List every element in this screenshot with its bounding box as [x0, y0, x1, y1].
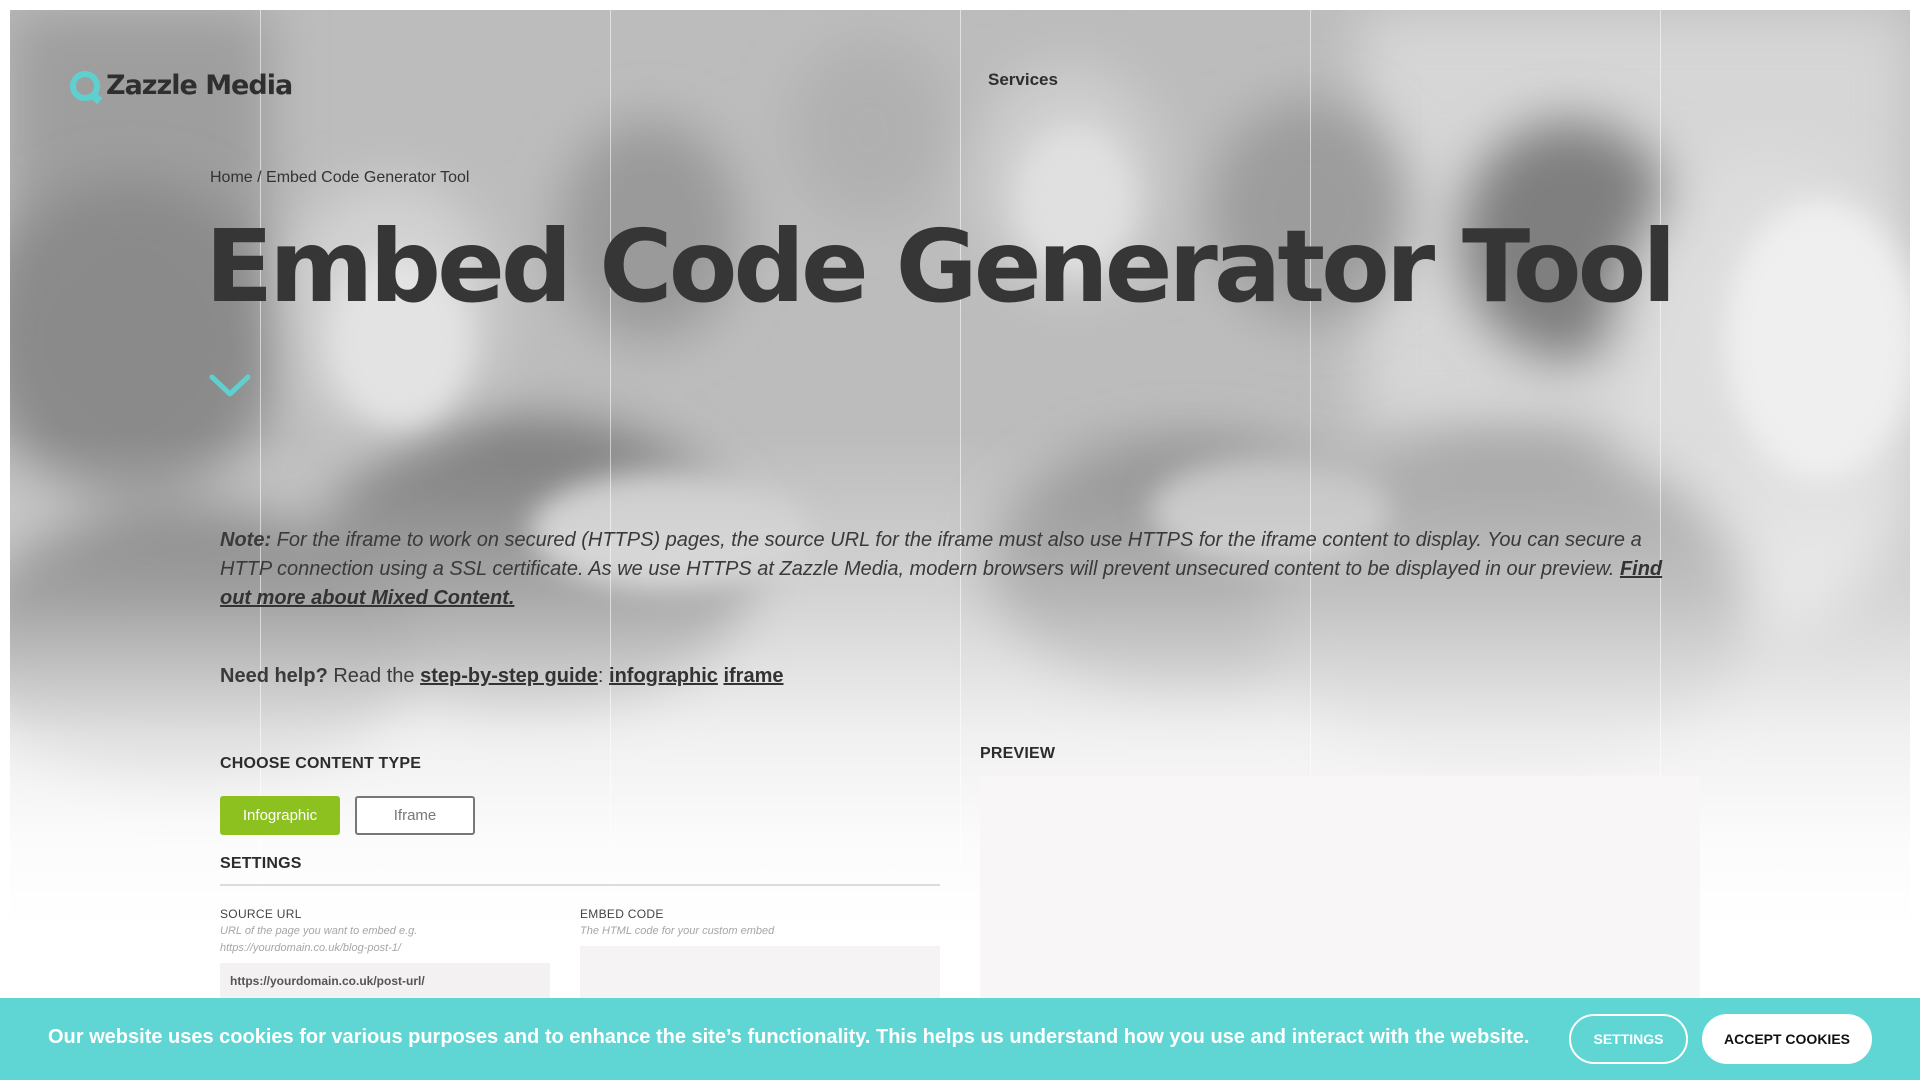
- help-text: Read the: [327, 665, 421, 687]
- source-url-label: SOURCE URL: [220, 907, 302, 921]
- note-text: For the iframe to work on secured (HTTPS…: [220, 529, 1642, 580]
- preview-heading: PREVIEW: [980, 745, 1056, 762]
- grid-line: [610, 10, 611, 1000]
- step-by-step-guide-link[interactable]: step-by-step guide: [420, 665, 598, 687]
- source-url-input[interactable]: [220, 963, 550, 999]
- breadcrumb: Home / Embed Code Generator Tool: [210, 169, 469, 187]
- cookie-banner: Our website uses cookies for various pur…: [0, 998, 1920, 1080]
- grid-line: [260, 10, 261, 1000]
- nav-services-link[interactable]: Services: [988, 70, 1058, 90]
- content-type-heading: CHOOSE CONTENT TYPE: [220, 755, 422, 772]
- help-line: Need help? Read the step-by-step guide: …: [220, 665, 784, 688]
- breadcrumb-separator: /: [252, 169, 267, 186]
- help-label: Need help?: [220, 665, 328, 687]
- https-note: Note: For the iframe to work on secured …: [220, 526, 1680, 613]
- breadcrumb-current: Embed Code Generator Tool: [266, 169, 470, 186]
- breadcrumb-home-link[interactable]: Home: [210, 169, 253, 186]
- source-url-hint: URL of the page you want to embed e.g. h…: [220, 925, 418, 954]
- infographic-type-button[interactable]: Infographic: [220, 796, 340, 835]
- logo-text: Zazzle Media: [106, 70, 293, 101]
- cookie-banner-text: Our website uses cookies for various pur…: [48, 1026, 1530, 1048]
- settings-heading: SETTINGS: [220, 855, 302, 872]
- help-colon: :: [597, 665, 610, 687]
- embed-code-label: EMBED CODE: [580, 907, 664, 921]
- settings-divider: [220, 884, 940, 886]
- scroll-down-chevron-icon[interactable]: [209, 374, 251, 403]
- accept-cookies-button[interactable]: ACCEPT COOKIES: [1702, 1014, 1872, 1064]
- iframe-type-button[interactable]: Iframe: [355, 796, 475, 835]
- logo-q-icon: [70, 70, 100, 101]
- page-title: Embed Code Generator Tool: [205, 208, 1677, 325]
- note-label: Note:: [220, 529, 272, 551]
- iframe-guide-link[interactable]: iframe: [723, 665, 783, 687]
- site-logo[interactable]: Zazzle Media: [70, 70, 293, 101]
- cookie-settings-button[interactable]: SETTINGS: [1569, 1014, 1688, 1064]
- embed-code-hint: The HTML code for your custom embed: [580, 925, 775, 937]
- page: Zazzle Media Services Home / Embed Code …: [0, 0, 1920, 1080]
- grid-line: [960, 10, 961, 1000]
- infographic-guide-link[interactable]: infographic: [609, 665, 718, 687]
